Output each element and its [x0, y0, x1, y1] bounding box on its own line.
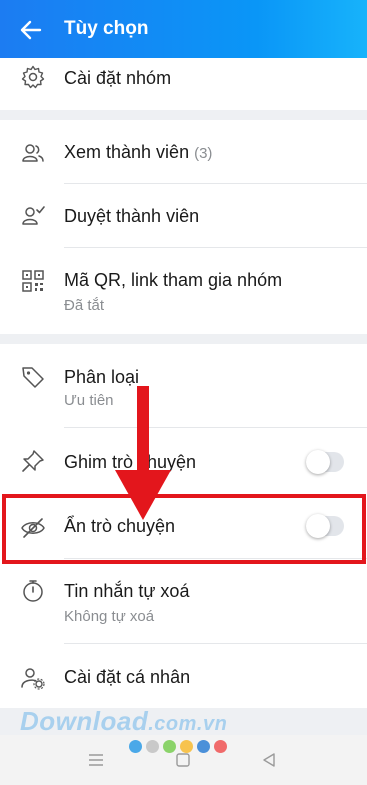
- menu-item-view-members[interactable]: Xem thành viên (3): [0, 120, 367, 184]
- menu-item-label: Phân loại: [64, 367, 140, 387]
- dot: [180, 740, 193, 753]
- section-gap: [0, 334, 367, 344]
- watermark-dots: [129, 740, 231, 758]
- pin-chat-toggle[interactable]: [306, 450, 344, 474]
- qr-code-icon: [22, 270, 44, 292]
- menu-item-label: Mã QR, link tham gia nhóm: [64, 270, 283, 290]
- dot: [163, 740, 176, 753]
- gear-icon: [21, 65, 45, 89]
- app-header: Tùy chọn: [0, 0, 367, 58]
- members-icon: [22, 144, 44, 162]
- dot: [129, 740, 142, 753]
- section-gap: [0, 110, 367, 120]
- menu-item-pin-chat[interactable]: Ghim trò chuyện: [0, 428, 367, 494]
- menu-item-label: Ghim trò chuyện: [64, 452, 197, 472]
- menu-item-classify[interactable]: Phân loại Ưu tiên: [0, 344, 367, 428]
- watermark-domain: .com.vn: [148, 713, 228, 735]
- dot: [197, 740, 210, 753]
- tag-icon: [22, 367, 44, 388]
- menu-item-sublabel: Đã tắt: [64, 297, 105, 314]
- menu-item-label: Tin nhắn tự xoá: [64, 581, 190, 601]
- menu-item-approve-members[interactable]: Duyệt thành viên: [0, 184, 367, 248]
- dot: [146, 740, 159, 753]
- highlight-box: [2, 494, 366, 564]
- watermark-text: Download: [20, 706, 149, 736]
- watermark: Download.com.vn: [20, 706, 227, 737]
- timer-icon: [23, 580, 43, 602]
- back-triangle-icon[interactable]: [262, 752, 276, 768]
- page-title: Tùy chọn: [64, 18, 149, 39]
- pin-icon: [22, 450, 44, 472]
- dot: [214, 740, 227, 753]
- member-count: (3): [194, 145, 213, 162]
- menu-icon[interactable]: [88, 753, 104, 767]
- menu-item-label: Xem thành viên (3): [64, 142, 212, 163]
- menu-item-auto-delete[interactable]: Tin nhắn tự xoá Không tự xoá: [0, 564, 367, 644]
- menu-item-personal-settings[interactable]: Cài đặt cá nhân: [0, 644, 367, 708]
- back-arrow-icon[interactable]: [18, 17, 44, 43]
- view-members-label: Xem thành viên: [64, 142, 190, 162]
- menu-item-group-settings[interactable]: Cài đặt nhóm: [0, 58, 367, 110]
- menu-item-qr-link[interactable]: Mã QR, link tham gia nhóm Đã tắt: [0, 248, 367, 334]
- menu-item-label: Cài đặt nhóm: [64, 68, 172, 88]
- menu-item-sublabel: Ưu tiên: [64, 392, 114, 409]
- menu-item-label: Cài đặt cá nhân: [64, 667, 191, 687]
- menu-item-label: Duyệt thành viên: [64, 206, 200, 226]
- user-settings-icon: [21, 668, 45, 690]
- menu-item-sublabel: Không tự xoá: [64, 608, 155, 625]
- toggle-knob: [306, 450, 330, 474]
- approve-member-icon: [22, 206, 45, 225]
